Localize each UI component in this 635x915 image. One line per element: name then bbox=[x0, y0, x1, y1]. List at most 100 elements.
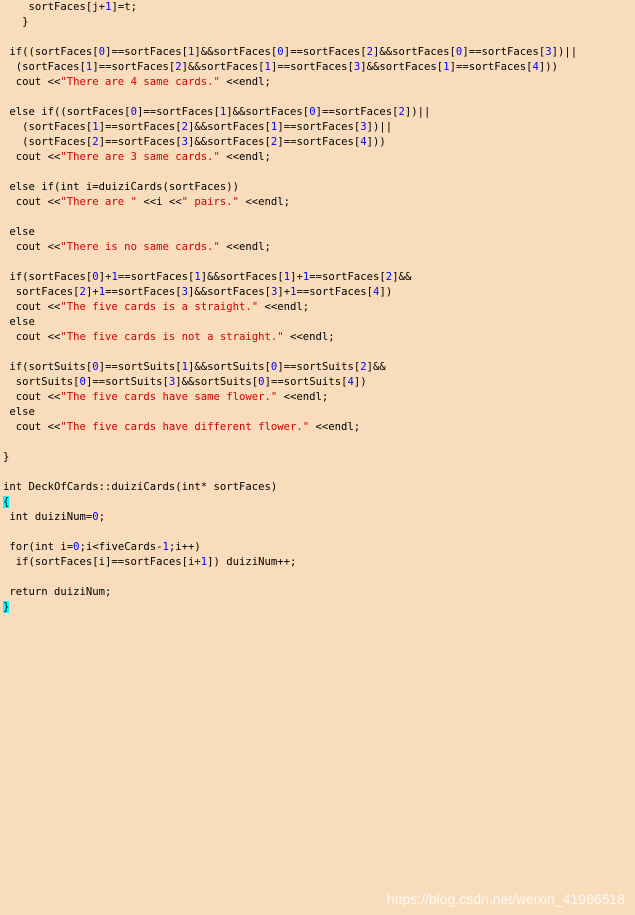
code-token: ]&&sortFaces[ bbox=[188, 121, 271, 133]
code-token: cout << bbox=[3, 151, 61, 163]
code-token: ]==sortFaces[ bbox=[98, 136, 182, 148]
code-token: ])|| bbox=[366, 121, 393, 133]
code-token: if(sortFaces[ bbox=[3, 271, 93, 283]
code-token: cout << bbox=[3, 331, 61, 343]
code-token: ])) bbox=[538, 61, 559, 73]
code-token: <<endl; bbox=[219, 76, 271, 88]
code-token: <<endl; bbox=[283, 331, 335, 343]
string-literal: "The five cards is not a straight." bbox=[60, 331, 284, 343]
code-line: else bbox=[3, 405, 35, 420]
code-token: ])) bbox=[366, 136, 386, 148]
code-token: ]&&sortFaces[ bbox=[226, 106, 310, 118]
code-token: (sortFaces[ bbox=[3, 136, 93, 148]
code-line: } bbox=[3, 600, 10, 615]
code-token: ]) duiziNum++; bbox=[207, 556, 297, 568]
code-line: int duiziNum=0; bbox=[3, 510, 105, 525]
code-line: else bbox=[3, 225, 35, 240]
code-token: ]&&sortFaces[ bbox=[194, 46, 278, 58]
code-line: if(sortFaces[0]+1==sortFaces[1]&&sortFac… bbox=[3, 270, 411, 285]
code-token: ]==sortFaces[ bbox=[270, 61, 354, 73]
code-token: sortFaces[j+ bbox=[3, 1, 106, 13]
code-token: ]==sortFaces[ bbox=[283, 46, 367, 58]
code-token: ]==sortFaces[ bbox=[277, 136, 361, 148]
code-line: cout <<"The five cards have same flower.… bbox=[3, 390, 329, 405]
code-line: sortSuits[0]==sortSuits[3]&&sortSuits[0]… bbox=[3, 375, 367, 390]
code-line: if(sortSuits[0]==sortSuits[1]&&sortSuits… bbox=[3, 360, 386, 375]
code-token: ;i++) bbox=[168, 541, 201, 553]
code-token: <<endl; bbox=[277, 391, 329, 403]
code-token: else if((sortFaces[ bbox=[3, 106, 131, 118]
code-token: ]==sortSuits[ bbox=[264, 376, 348, 388]
code-line: if((sortFaces[0]==sortFaces[1]&&sortFace… bbox=[3, 45, 577, 60]
code-token: <<i << bbox=[136, 196, 182, 208]
code-line: cout <<"The five cards is a straight." <… bbox=[3, 300, 309, 315]
code-token: ])|| bbox=[551, 46, 578, 58]
code-token: if((sortFaces[ bbox=[3, 46, 99, 58]
code-line: cout <<"There is no same cards." <<endl; bbox=[3, 240, 271, 255]
code-line: int DeckOfCards::duiziCards(int* sortFac… bbox=[3, 480, 277, 495]
code-line: cout <<"There are 4 same cards." <<endl; bbox=[3, 75, 271, 90]
string-literal: " pairs." bbox=[181, 196, 240, 208]
code-line: } bbox=[3, 15, 29, 30]
code-token: ]&&sortFaces[ bbox=[188, 136, 271, 148]
code-token: for(int i= bbox=[3, 541, 74, 553]
code-token: ]+ bbox=[290, 271, 303, 283]
code-token: cout << bbox=[3, 241, 61, 253]
code-line: (sortFaces[2]==sortFaces[3]&&sortFaces[2… bbox=[3, 135, 386, 150]
code-token: ]&& bbox=[392, 271, 412, 283]
string-literal: "There are " bbox=[60, 196, 137, 208]
matched-brace-highlight: { bbox=[3, 496, 10, 508]
code-token: cout << bbox=[3, 196, 61, 208]
code-line: if(sortFaces[i]==sortFaces[i+1]) duiziNu… bbox=[3, 555, 297, 570]
code-token: ]&&sortFaces[ bbox=[373, 46, 456, 58]
code-token: <<endl; bbox=[219, 241, 271, 253]
code-line: cout <<"The five cards have different fl… bbox=[3, 420, 360, 435]
code-token: } bbox=[3, 451, 10, 463]
code-token: else bbox=[3, 226, 35, 238]
code-token: ]&&sortFaces[ bbox=[188, 286, 271, 298]
code-token: ]==sortSuits[ bbox=[277, 361, 361, 373]
code-line: else if(int i=duiziCards(sortFaces)) bbox=[3, 180, 239, 195]
code-token: cout << bbox=[3, 301, 61, 313]
code-token: ]==sortSuits[ bbox=[98, 361, 182, 373]
string-literal: "There is no same cards." bbox=[60, 241, 220, 253]
code-token: ])|| bbox=[404, 106, 431, 118]
code-token: ]&&sortSuits[ bbox=[175, 376, 259, 388]
code-token: ]==sortFaces[ bbox=[277, 121, 361, 133]
code-line: } bbox=[3, 450, 9, 465]
code-token: ]&&sortFaces[ bbox=[360, 61, 444, 73]
code-editor[interactable]: sortFaces[j+1]=t; } if((sortFaces[0]==so… bbox=[3, 0, 635, 915]
code-token: ]&& bbox=[366, 361, 386, 373]
code-token: ==sortFaces[ bbox=[105, 286, 182, 298]
code-token: <<endl; bbox=[219, 151, 271, 163]
code-token: ]==sortFaces[ bbox=[92, 61, 176, 73]
code-token: ]+ bbox=[98, 271, 112, 283]
code-token: cout << bbox=[3, 391, 61, 403]
code-token: sortFaces[ bbox=[3, 286, 80, 298]
code-token: if(sortFaces[i]==sortFaces[i+ bbox=[3, 556, 201, 568]
code-line: sortFaces[j+1]=t; bbox=[3, 0, 137, 15]
code-line: (sortFaces[1]==sortFaces[2]&&sortFaces[1… bbox=[3, 120, 392, 135]
code-line: cout <<"There are 3 same cards." <<endl; bbox=[3, 150, 271, 165]
code-token: } bbox=[3, 16, 29, 28]
code-token: ]==sortFaces[ bbox=[105, 46, 188, 58]
code-token: sortSuits[ bbox=[3, 376, 80, 388]
code-token: ]) bbox=[353, 376, 367, 388]
code-token: if(sortSuits[ bbox=[3, 361, 93, 373]
code-line: cout <<"There are " <<i <<" pairs." <<en… bbox=[3, 195, 290, 210]
code-token: cout << bbox=[3, 76, 61, 88]
code-token: else bbox=[3, 316, 35, 328]
string-literal: "The five cards have same flower." bbox=[60, 391, 278, 403]
string-literal: "The five cards have different flower." bbox=[60, 421, 310, 433]
string-literal: "There are 4 same cards." bbox=[60, 76, 220, 88]
code-token: int DeckOfCards::duiziCards(int* sortFac… bbox=[3, 481, 278, 493]
code-line: for(int i=0;i<fiveCards-1;i++) bbox=[3, 540, 201, 555]
code-line: else bbox=[3, 315, 35, 330]
code-line: { bbox=[3, 495, 10, 510]
code-token: ]+ bbox=[277, 286, 291, 298]
matched-brace-highlight: } bbox=[3, 601, 10, 613]
code-token: ]==sortSuits[ bbox=[85, 376, 169, 388]
code-token: ==sortFaces[ bbox=[117, 271, 195, 283]
code-token: ;i<fiveCards- bbox=[79, 541, 163, 553]
code-line: (sortFaces[1]==sortFaces[2]&&sortFaces[1… bbox=[3, 60, 558, 75]
